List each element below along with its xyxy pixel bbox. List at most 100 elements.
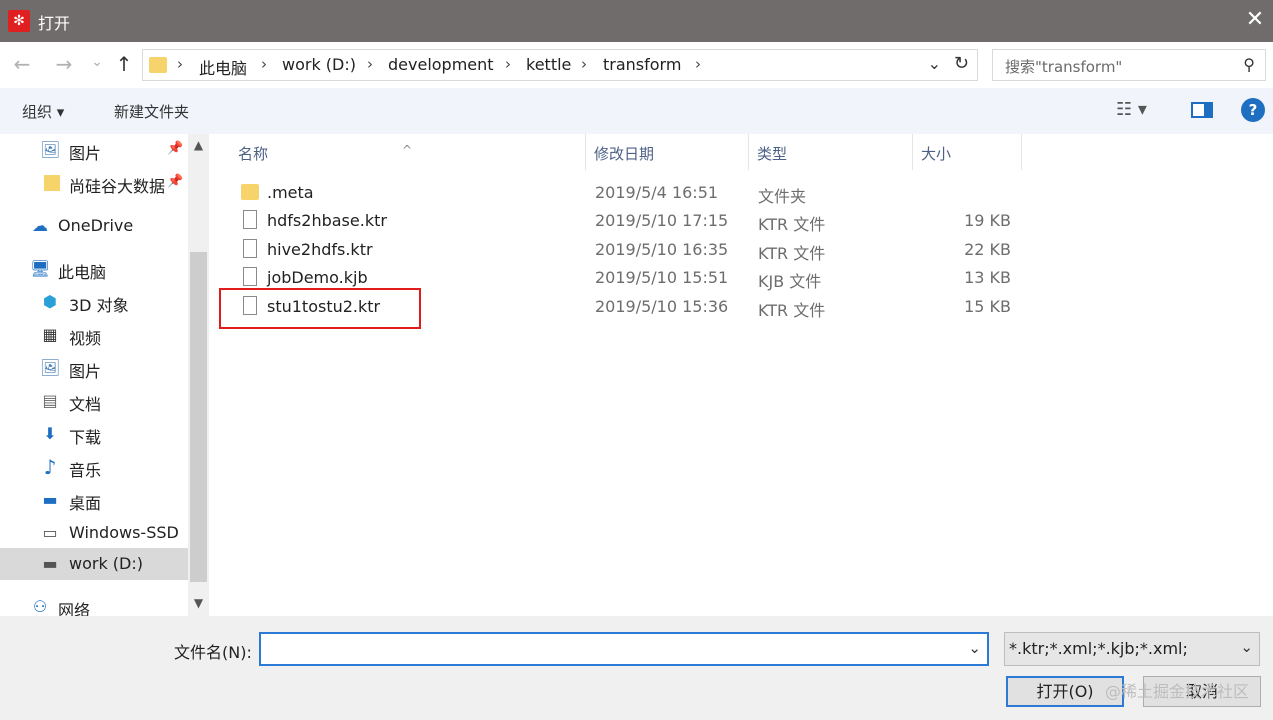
column-divider[interactable] [1021, 134, 1022, 170]
scrollbar-thumb[interactable] [190, 252, 207, 582]
cube-icon: ⬢ [43, 292, 57, 311]
sidebar-item-network[interactable]: ⚇ 网络 [0, 591, 188, 617]
sidebar-item-label: 图片 [69, 144, 102, 163]
sidebar-item-pictures-quick[interactable]: 🖼 图片 📌 [0, 134, 188, 166]
filename-input[interactable]: ⌄ [259, 632, 989, 666]
sidebar-item-pictures[interactable]: 🖼 图片 [0, 352, 188, 384]
breadcrumb-separator: › [505, 55, 511, 73]
file-type: 文件夹 [758, 187, 807, 206]
pictures-icon: 🖼 [40, 358, 61, 377]
file-row[interactable]: hive2hdfs.ktr 2019/5/10 16:35 KTR 文件 22 … [231, 236, 1021, 264]
navigation-pane: 🖼 图片 📌 尚硅谷大数据 📌 ☁ OneDrive 🖥 此电脑 ⬢ 3D 对象… [0, 134, 209, 616]
view-options-icon[interactable]: ☷ ▾ [1116, 99, 1147, 120]
dialog-footer: 文件名(N): ⌄ *.ktr;*.xml;*.kjb;*.xml; ⌄ 打开(… [0, 616, 1273, 720]
sidebar-item-label: 图片 [69, 362, 102, 381]
close-button[interactable]: ✕ [1241, 6, 1269, 34]
search-box[interactable]: 搜索"transform" ⚲ [992, 49, 1266, 81]
computer-icon: 🖥 [30, 259, 51, 278]
sidebar-item-windows-ssd[interactable]: ▭ Windows-SSD [0, 517, 188, 549]
sidebar-item-documents[interactable]: ▤ 文档 [0, 385, 188, 417]
search-input[interactable]: 搜索"transform" [1005, 56, 1122, 77]
breadcrumb-separator: › [581, 55, 587, 73]
sidebar-item-label: 文档 [69, 395, 102, 414]
document-icon: ▤ [42, 391, 58, 410]
download-icon: ⬇ [43, 424, 57, 443]
kettle-app-icon: ✻ [8, 10, 30, 32]
scroll-up-icon[interactable]: ▲ [188, 138, 209, 158]
column-header-name[interactable]: 名称 ^ [209, 134, 585, 170]
file-name: .meta [267, 183, 314, 202]
file-date: 2019/5/4 16:51 [595, 183, 719, 202]
refresh-icon[interactable]: ↻ [954, 53, 969, 74]
watermark-text: @稀土掘金技术社区 [1104, 682, 1249, 701]
breadcrumb-separator: › [695, 55, 701, 73]
file-size: 19 KB [964, 211, 1011, 230]
sidebar-item-videos[interactable]: ▦ 视频 [0, 319, 188, 351]
sidebar-item-downloads[interactable]: ⬇ 下载 [0, 418, 188, 450]
file-type: KTR 文件 [758, 215, 826, 234]
sidebar-scrollbar[interactable]: ▲ ▼ [188, 134, 209, 616]
folder-icon [149, 57, 167, 73]
file-list: 名称 ^ 修改日期 类型 大小 .meta 2019/5/4 16:51 文件夹… [209, 134, 1273, 616]
drive-icon: ▬ [42, 554, 58, 573]
filename-dropdown-icon[interactable]: ⌄ [968, 639, 981, 657]
filter-dropdown-icon[interactable]: ⌄ [1240, 638, 1253, 656]
preview-pane-icon[interactable] [1191, 102, 1213, 118]
breadcrumb-work-d[interactable]: work (D:) [282, 55, 356, 74]
scroll-down-icon[interactable]: ▼ [188, 596, 209, 616]
file-icon [243, 239, 257, 258]
file-row[interactable]: .meta 2019/5/4 16:51 文件夹 [231, 179, 1021, 207]
desktop-icon: ▬ [42, 490, 58, 509]
file-size: 22 KB [964, 240, 1011, 259]
breadcrumb-separator: › [367, 55, 373, 73]
file-type: KTR 文件 [758, 301, 826, 320]
breadcrumb-development[interactable]: development [388, 55, 494, 74]
sidebar-item-work-d[interactable]: ▬ work (D:) [0, 548, 188, 580]
title-bar: ✻ 打开 ✕ [0, 0, 1273, 42]
navigation-bar: ← → ⌄ ↑ › 此电脑 › work (D:) › development … [0, 42, 1273, 88]
music-icon: ♪ [43, 455, 57, 479]
column-header-size[interactable]: 大小 [913, 134, 1021, 170]
new-folder-button[interactable]: 新建文件夹 [114, 101, 189, 122]
breadcrumb-transform[interactable]: transform [603, 55, 681, 74]
column-header-date[interactable]: 修改日期 [586, 134, 748, 170]
sidebar-item-shangguigu[interactable]: 尚硅谷大数据 📌 [0, 167, 188, 199]
organize-menu-button[interactable]: 组织 ▾ [22, 101, 64, 122]
help-icon[interactable]: ? [1241, 98, 1265, 122]
file-type-filter-select[interactable]: *.ktr;*.xml;*.kjb;*.xml; ⌄ [1004, 632, 1260, 666]
sidebar-item-onedrive[interactable]: ☁ OneDrive [0, 210, 188, 242]
sidebar-item-label: 网络 [58, 601, 91, 616]
file-size: 13 KB [964, 268, 1011, 287]
sidebar-item-label: work (D:) [69, 554, 143, 573]
sidebar-item-music[interactable]: ♪ 音乐 [0, 451, 188, 483]
back-arrow-icon[interactable]: ← [10, 52, 34, 78]
forward-arrow-icon[interactable]: → [52, 52, 76, 78]
sidebar-item-desktop[interactable]: ▬ 桌面 [0, 484, 188, 516]
recent-locations-icon[interactable]: ⌄ [85, 54, 109, 80]
up-arrow-icon[interactable]: ↑ [112, 52, 136, 78]
file-date: 2019/5/10 15:51 [595, 268, 729, 287]
pin-icon: 📌 [167, 174, 184, 189]
file-date: 2019/5/10 17:15 [595, 211, 729, 230]
column-label: 类型 [757, 145, 788, 163]
window-title: 打开 [38, 14, 71, 33]
file-name: hive2hdfs.ktr [267, 240, 373, 259]
search-icon[interactable]: ⚲ [1243, 55, 1255, 74]
file-type: KJB 文件 [758, 272, 822, 291]
sidebar-item-label: 3D 对象 [69, 296, 129, 315]
column-header-type[interactable]: 类型 [749, 134, 912, 170]
file-row[interactable]: hdfs2hbase.ktr 2019/5/10 17:15 KTR 文件 19… [231, 207, 1021, 235]
column-label: 名称 [238, 145, 269, 163]
film-icon: ▦ [42, 325, 58, 344]
file-type-filter-value: *.ktr;*.xml;*.kjb;*.xml; [1009, 639, 1188, 658]
sidebar-item-this-pc[interactable]: 🖥 此电脑 [0, 253, 188, 285]
address-dropdown-icon[interactable]: ⌄ [928, 54, 941, 73]
sort-ascending-icon: ^ [402, 143, 413, 157]
breadcrumb-separator: › [261, 55, 267, 73]
file-icon [243, 267, 257, 286]
breadcrumb-kettle[interactable]: kettle [526, 55, 571, 74]
address-bar[interactable]: › 此电脑 › work (D:) › development › kettle… [142, 49, 978, 81]
column-label: 修改日期 [594, 145, 655, 163]
sidebar-item-3d-objects[interactable]: ⬢ 3D 对象 [0, 286, 188, 318]
breadcrumb-this-pc[interactable]: 此电脑 [199, 55, 247, 79]
